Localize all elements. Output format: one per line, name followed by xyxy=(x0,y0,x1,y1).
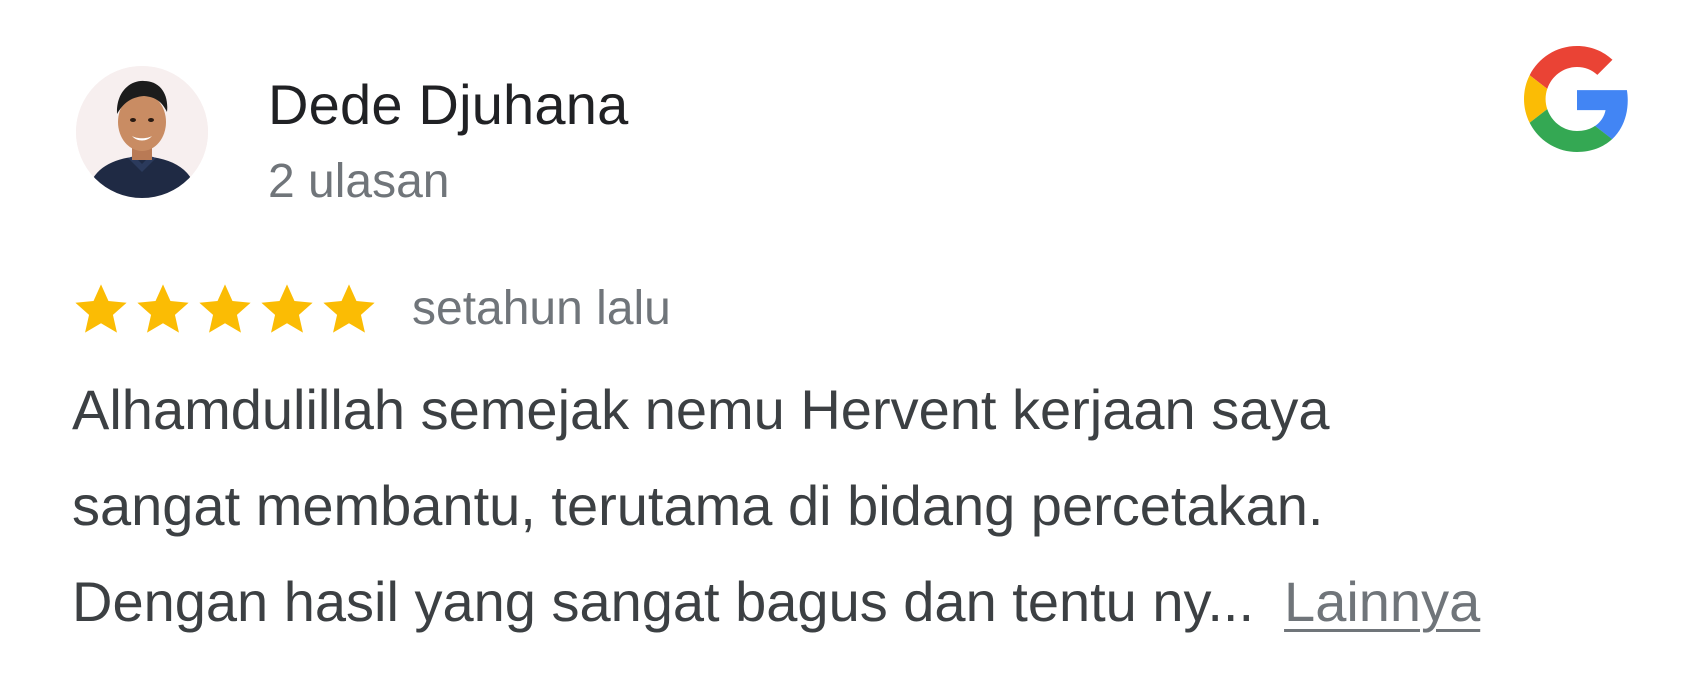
review-count[interactable]: 2 ulasan xyxy=(268,152,449,212)
review-card: Dede Djuhana 2 ulasan setahun lalu Alham… xyxy=(0,0,1692,674)
review-text: Alhamdulillah semejak nemu Hervent kerja… xyxy=(72,362,1652,650)
reviewer-name[interactable]: Dede Djuhana xyxy=(268,70,628,140)
review-text-line: sangat membantu, terutama di bidang perc… xyxy=(72,474,1324,537)
star-icon xyxy=(75,284,127,333)
reviewer-avatar[interactable] xyxy=(76,66,208,198)
star-icon xyxy=(261,284,313,333)
rating-row: setahun lalu xyxy=(72,274,671,344)
review-text-line: Alhamdulillah semejak nemu Hervent kerja… xyxy=(72,378,1330,441)
review-text-truncated: Dengan hasil yang sangat bagus dan tentu… xyxy=(72,570,1255,633)
star-icon xyxy=(323,284,375,333)
star-icon xyxy=(199,284,251,333)
read-more-link[interactable]: Lainnya xyxy=(1284,570,1480,633)
star-icon xyxy=(137,284,189,333)
google-logo-icon xyxy=(1524,46,1630,152)
user-photo-icon xyxy=(76,66,208,198)
star-rating xyxy=(72,280,382,338)
review-time: setahun lalu xyxy=(412,282,671,335)
review-text-line-last: Dengan hasil yang sangat bagus dan tentu… xyxy=(72,554,1652,650)
